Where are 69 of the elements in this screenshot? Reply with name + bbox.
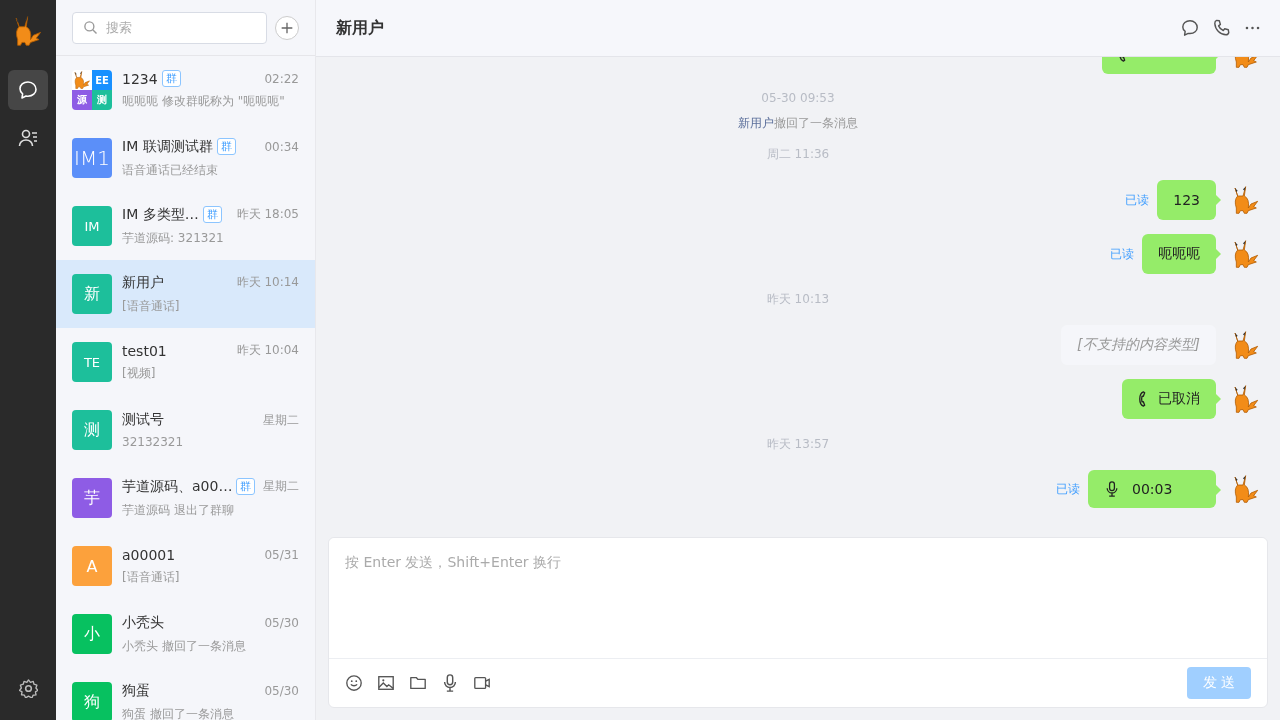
time: 05/30 [264, 615, 299, 630]
contact-name: IM 联调测试群 [122, 137, 213, 156]
message-preview: [语音通话] [122, 568, 181, 586]
read-receipt: 已读 [1056, 480, 1080, 498]
contact-name: IM 多类型… [122, 205, 199, 224]
time: 昨天 10:04 [236, 342, 299, 359]
conversation-item[interactable]: EE 源 测 1234 群 02:22 呃呃呃 修改群昵称为 "呃呃呃" [56, 56, 315, 124]
search-field[interactable]: 搜索 [72, 11, 267, 44]
read-receipt: 已读 [1110, 245, 1134, 263]
conversation-item[interactable]: 狗 狗蛋 05/30 狗蛋 撤回了一条消息 [56, 668, 315, 720]
message-bubble: 123 [1157, 180, 1222, 220]
message-preview: 语音通话已经结束 [122, 161, 219, 179]
contact-name: 测试号 [122, 411, 164, 429]
time: 星期二 [263, 411, 299, 429]
avatar-tile: 源 [72, 90, 92, 110]
message-preview: 芋道源码: 321321 [122, 229, 225, 247]
message-preview: 小秃头 撤回了一条消息 [122, 637, 247, 655]
avatar: 小 [72, 614, 112, 654]
time: 星期二 [263, 478, 300, 495]
group-tag: 群 [202, 206, 222, 223]
time: 05/30 [264, 683, 299, 698]
message-preview: [视频] [122, 365, 157, 382]
group-tag: 群 [236, 478, 256, 495]
conversation-item[interactable]: 小 小秃头 05/30 小秃头 撤回了一条消息 [56, 600, 315, 668]
avatar: 狗 [72, 682, 112, 720]
avatar: A [72, 546, 112, 586]
message-preview: 芋道源码 退出了群聊 [122, 501, 235, 519]
conversation-item[interactable]: 新 新用户 昨天 10:14 [语音通话] [56, 260, 315, 328]
conversation-item[interactable]: IM IM 多类型… 群 昨天 18:05 芋道源码: 321321 [56, 192, 315, 260]
conversation-item[interactable]: 测 测试号 星期二 32132321 [56, 396, 315, 464]
conversation-item[interactable]: TE test01 昨天 10:04 [视频] [56, 328, 315, 396]
time: 05/31 [264, 547, 299, 562]
search-input[interactable]: 搜索 [106, 20, 236, 35]
avatar: 测 [72, 410, 112, 450]
avatar: IM [72, 206, 112, 246]
group-tag: 群 [161, 70, 181, 87]
conversation-item[interactable]: 芋 芋道源码、a00… 群 星期二 芋道源码 退出了群聊 [56, 464, 315, 532]
contact-name: 狗蛋 [122, 681, 150, 700]
timestamp: 05-30 09:53 [761, 91, 835, 105]
message-bubble: 呃呃呃 [1142, 234, 1222, 274]
contact-name: 芋道源码、a00… [122, 477, 233, 496]
message-preview: 狗蛋 撤回了一条消息 [122, 705, 235, 720]
message-preview: 呃呃呃 修改群昵称为 "呃呃呃" [122, 93, 286, 110]
time: 02:22 [264, 71, 299, 86]
contact-name: 1234 [122, 70, 158, 87]
avatar-tile: 测 [92, 90, 112, 110]
message-bubble: 00:03 [1088, 470, 1222, 508]
message-preview: 32132321 [122, 435, 185, 449]
contact-name: test01 [122, 342, 167, 359]
time: 昨天 18:05 [236, 206, 299, 223]
group-tag: 群 [216, 138, 236, 155]
read-receipt: 已读 [1125, 191, 1150, 209]
conversation-item[interactable]: A a00001 05/31 [语音通话] [56, 532, 315, 600]
time: 昨天 10:14 [236, 274, 299, 291]
chat-title: 新用户 [336, 17, 385, 39]
contact-name: 新用户 [122, 273, 164, 292]
conversation-item[interactable]: IM1 IM 联调测试群 群 00:34 语音通话已经结束 [56, 124, 315, 192]
contact-name: 小秃头 [122, 613, 164, 632]
avatar: 芋 [72, 478, 112, 518]
time: 00:34 [264, 139, 299, 154]
message-preview: [语音通话] [122, 297, 181, 315]
avatar: 新 [72, 274, 112, 314]
recall-notice: 新用户撤回了一条消息 [738, 115, 858, 132]
avatar: IM1 [72, 138, 112, 178]
avatar-tile: EE [92, 70, 112, 90]
avatar: TE [72, 342, 112, 382]
contact-name: a00001 [122, 546, 176, 563]
message-bubble: [不支持的内容类型] [1061, 325, 1216, 365]
message-bubble: 已取消 [1122, 379, 1222, 419]
